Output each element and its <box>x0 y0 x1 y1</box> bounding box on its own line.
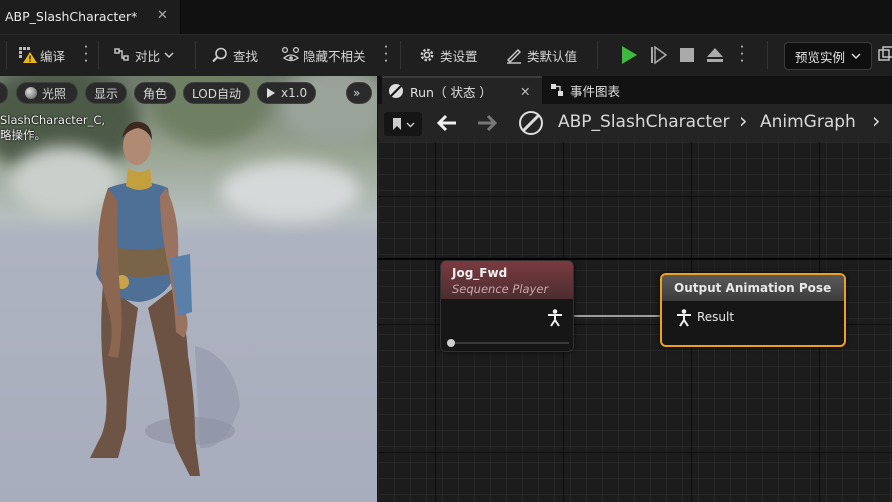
lod-label: LOD自动 <box>192 86 241 101</box>
viewport-info-line: SlashCharacter_C, <box>0 113 106 127</box>
breadcrumb-separator: › <box>739 109 748 133</box>
toolbar-separator <box>767 41 768 69</box>
class-defaults-label: 类默认值 <box>527 48 578 64</box>
pose-input-pin-icon[interactable] <box>676 309 692 327</box>
lit-mode-button[interactable]: 光照 <box>16 82 78 104</box>
graph-canvas[interactable]: Jog_Fwd Sequence Player Output Animation… <box>378 142 892 502</box>
more-options-icon: » <box>353 86 361 100</box>
node-subtitle: Sequence Player <box>452 282 549 296</box>
chevron-down-icon <box>851 53 861 60</box>
preview-instance-label: 预览实例 <box>794 49 845 65</box>
breadcrumb-more[interactable]: › <box>872 109 880 133</box>
hide-unrelated-options-icon[interactable]: · · · <box>383 40 389 69</box>
diff-icon <box>113 46 131 64</box>
gear-icon <box>418 46 436 64</box>
result-pin-label: Result <box>697 310 735 324</box>
hide-unrelated-button[interactable]: 隐藏不相关 <box>281 43 366 67</box>
restore-preview-button[interactable] <box>878 43 892 67</box>
viewport-info-text: SlashCharacter_C, 略操作。 <box>0 113 105 143</box>
tab-run-state-label: Run（ 状态 ） <box>410 84 492 100</box>
class-defaults-button[interactable]: 类默认值 <box>505 43 577 67</box>
bookmark-dropdown[interactable] <box>384 112 422 136</box>
chevron-down-icon <box>164 52 174 59</box>
find-label: 查找 <box>233 48 259 64</box>
breadcrumb-blueprint[interactable]: ABP_SlashCharacter <box>558 112 730 132</box>
character-label: 角色 <box>143 86 168 101</box>
find-button[interactable]: 查找 <box>211 43 258 67</box>
compile-options-icon[interactable]: · · · <box>83 40 89 69</box>
title-bar: ABP_SlashCharacter* ✕ <box>0 0 892 34</box>
preview-viewport[interactable]: 光照 显示 角色 LOD自动 x1.0 » SlashCharacter_C, … <box>0 76 377 502</box>
more-options-button[interactable]: » <box>346 82 372 104</box>
toolbar-separator <box>98 41 99 69</box>
preview-instance-dropdown[interactable]: 预览实例 <box>784 42 872 70</box>
stop-icon[interactable] <box>679 45 695 65</box>
compile-button[interactable]: 编译 <box>18 43 65 67</box>
graph-tab-bar: Run（ 状态 ） ✕ 事件图表 <box>378 76 892 104</box>
toolbar-separator <box>597 41 598 69</box>
bookmark-icon <box>392 118 401 130</box>
diff-button[interactable]: 对比 <box>113 43 174 67</box>
class-settings-button[interactable]: 类设置 <box>418 43 478 67</box>
play-icon <box>267 88 275 98</box>
lit-sphere-icon <box>25 87 37 99</box>
step-forward-icon[interactable] <box>650 45 668 65</box>
show-button[interactable]: 显示 <box>85 82 128 104</box>
graph-navigation-bar: ABP_SlashCharacter › AnimGraph › <box>378 104 892 142</box>
node-title: Jog_Fwd <box>452 266 508 280</box>
output-pose-node[interactable]: Output Animation Pose Result <box>660 273 846 347</box>
anim-graph-panel: Run（ 状态 ） ✕ 事件图表 ABP_SlashCharacter › An… <box>378 76 892 502</box>
playback-options-icon[interactable]: · · · <box>739 40 745 69</box>
toolbar-separator <box>195 41 196 69</box>
tab-run-state[interactable]: Run（ 状态 ） ✕ <box>382 76 542 104</box>
tab-event-graph[interactable]: 事件图表 <box>550 76 620 104</box>
breadcrumb-graph[interactable]: AnimGraph <box>760 112 856 132</box>
character-button[interactable]: 角色 <box>134 82 177 104</box>
toolbar-separator <box>400 41 401 69</box>
document-tab[interactable]: ABP_SlashCharacter* ✕ <box>0 0 181 34</box>
back-arrow-icon[interactable] <box>436 114 458 132</box>
event-graph-icon <box>551 84 563 96</box>
hide-unrelated-icon <box>281 46 300 64</box>
toolbar-separator <box>6 41 7 69</box>
hide-unrelated-label: 隐藏不相关 <box>303 48 366 64</box>
playback-speed-label: x1.0 <box>281 86 308 100</box>
slider-handle[interactable] <box>447 339 455 347</box>
close-icon[interactable]: ✕ <box>157 8 168 23</box>
compile-label: 编译 <box>40 48 66 64</box>
close-icon[interactable]: ✕ <box>520 84 530 99</box>
viewport-info-line: 略操作。 <box>0 128 46 142</box>
restore-icon <box>878 46 892 64</box>
show-label: 显示 <box>94 86 119 101</box>
eject-icon[interactable] <box>705 45 725 65</box>
compile-warning-icon <box>18 46 37 64</box>
lod-button[interactable]: LOD自动 <box>183 82 250 104</box>
lit-mode-label: 光照 <box>42 86 67 101</box>
edit-defaults-icon <box>505 46 523 64</box>
play-icon[interactable] <box>620 45 638 65</box>
playback-speed-button[interactable]: x1.0 <box>257 82 317 104</box>
tab-event-graph-label: 事件图表 <box>570 83 621 99</box>
diff-label: 对比 <box>135 48 161 64</box>
playback-position-slider[interactable] <box>449 342 569 344</box>
search-icon <box>211 46 229 64</box>
pose-output-pin-icon[interactable] <box>547 309 563 327</box>
state-machine-icon <box>389 84 403 98</box>
sequence-player-node[interactable]: Jog_Fwd Sequence Player <box>440 260 574 352</box>
main-toolbar: 编译 · · · 对比 查找 隐藏不相关 · · · 类设置 类默认值 · · … <box>0 34 892 76</box>
class-settings-label: 类设置 <box>440 48 478 64</box>
document-tab-label: ABP_SlashCharacter* <box>5 9 138 24</box>
node-title: Output Animation Pose <box>674 281 832 295</box>
chevron-down-icon <box>406 122 414 127</box>
anim-blueprint-icon <box>519 111 543 135</box>
forward-arrow-icon[interactable] <box>476 114 498 132</box>
